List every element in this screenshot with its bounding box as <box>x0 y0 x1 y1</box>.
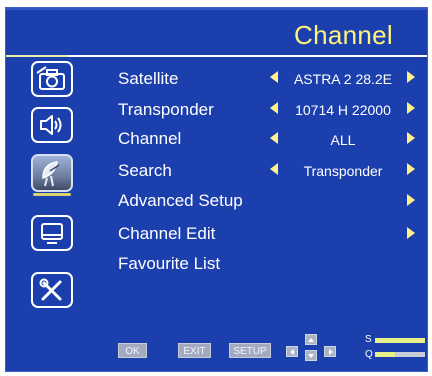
menu-label: Channel Edit <box>118 224 216 243</box>
arrow-left-icon[interactable] <box>270 102 278 114</box>
monitor-icon[interactable] <box>31 215 73 251</box>
arrow-right-icon[interactable] <box>407 132 415 144</box>
signal-strength-label: S <box>365 334 372 345</box>
page-title: Channel <box>294 20 393 50</box>
menu-value: ASTRA 2 28.2E <box>293 71 393 87</box>
menu-label: Transponder <box>118 100 214 119</box>
menu-value: 10714 H 22000 <box>295 102 391 118</box>
header-divider-accent <box>6 55 68 57</box>
signal-quality-fill <box>375 352 395 357</box>
nav-right-icon[interactable] <box>324 346 336 357</box>
setup-button[interactable]: SETUP <box>229 343 271 358</box>
signal-quality-bar <box>375 352 425 357</box>
menu-label: Favourite List <box>118 254 221 273</box>
speaker-icon[interactable] <box>31 107 73 143</box>
arrow-right-icon[interactable] <box>407 163 415 175</box>
signal-strength-fill <box>375 338 425 343</box>
nav-down-icon[interactable] <box>305 350 317 361</box>
menu-label: Satellite <box>118 69 179 88</box>
camera-icon[interactable] <box>31 61 73 97</box>
arrow-left-icon[interactable] <box>270 132 278 144</box>
selected-icon-underline <box>33 193 71 196</box>
menu-label: Search <box>118 161 172 180</box>
exit-button[interactable]: EXIT <box>178 343 211 358</box>
arrow-right-icon[interactable] <box>407 102 415 114</box>
arrow-right-icon[interactable] <box>407 194 415 206</box>
menu-value: ALL <box>330 132 356 148</box>
header-divider <box>6 55 427 57</box>
arrow-right-icon[interactable] <box>407 71 415 83</box>
menu-value: Transponder <box>303 163 383 179</box>
signal-quality-label: Q <box>365 349 373 360</box>
menu-label: Channel <box>118 129 182 148</box>
menu-label: Advanced Setup <box>118 191 243 210</box>
nav-left-icon[interactable] <box>286 346 298 357</box>
satellite-dish-icon[interactable] <box>31 154 73 192</box>
ok-button[interactable]: OK <box>118 343 147 358</box>
nav-up-icon[interactable] <box>305 334 317 345</box>
signal-strength-bar <box>375 338 425 343</box>
arrow-left-icon[interactable] <box>270 71 278 83</box>
osd-screen: Channel Satellite ASTRA 2 28.2E Transpon… <box>5 7 428 372</box>
tools-icon[interactable] <box>31 272 73 308</box>
arrow-left-icon[interactable] <box>270 163 278 175</box>
top-border <box>6 8 427 10</box>
arrow-right-icon[interactable] <box>407 227 415 239</box>
